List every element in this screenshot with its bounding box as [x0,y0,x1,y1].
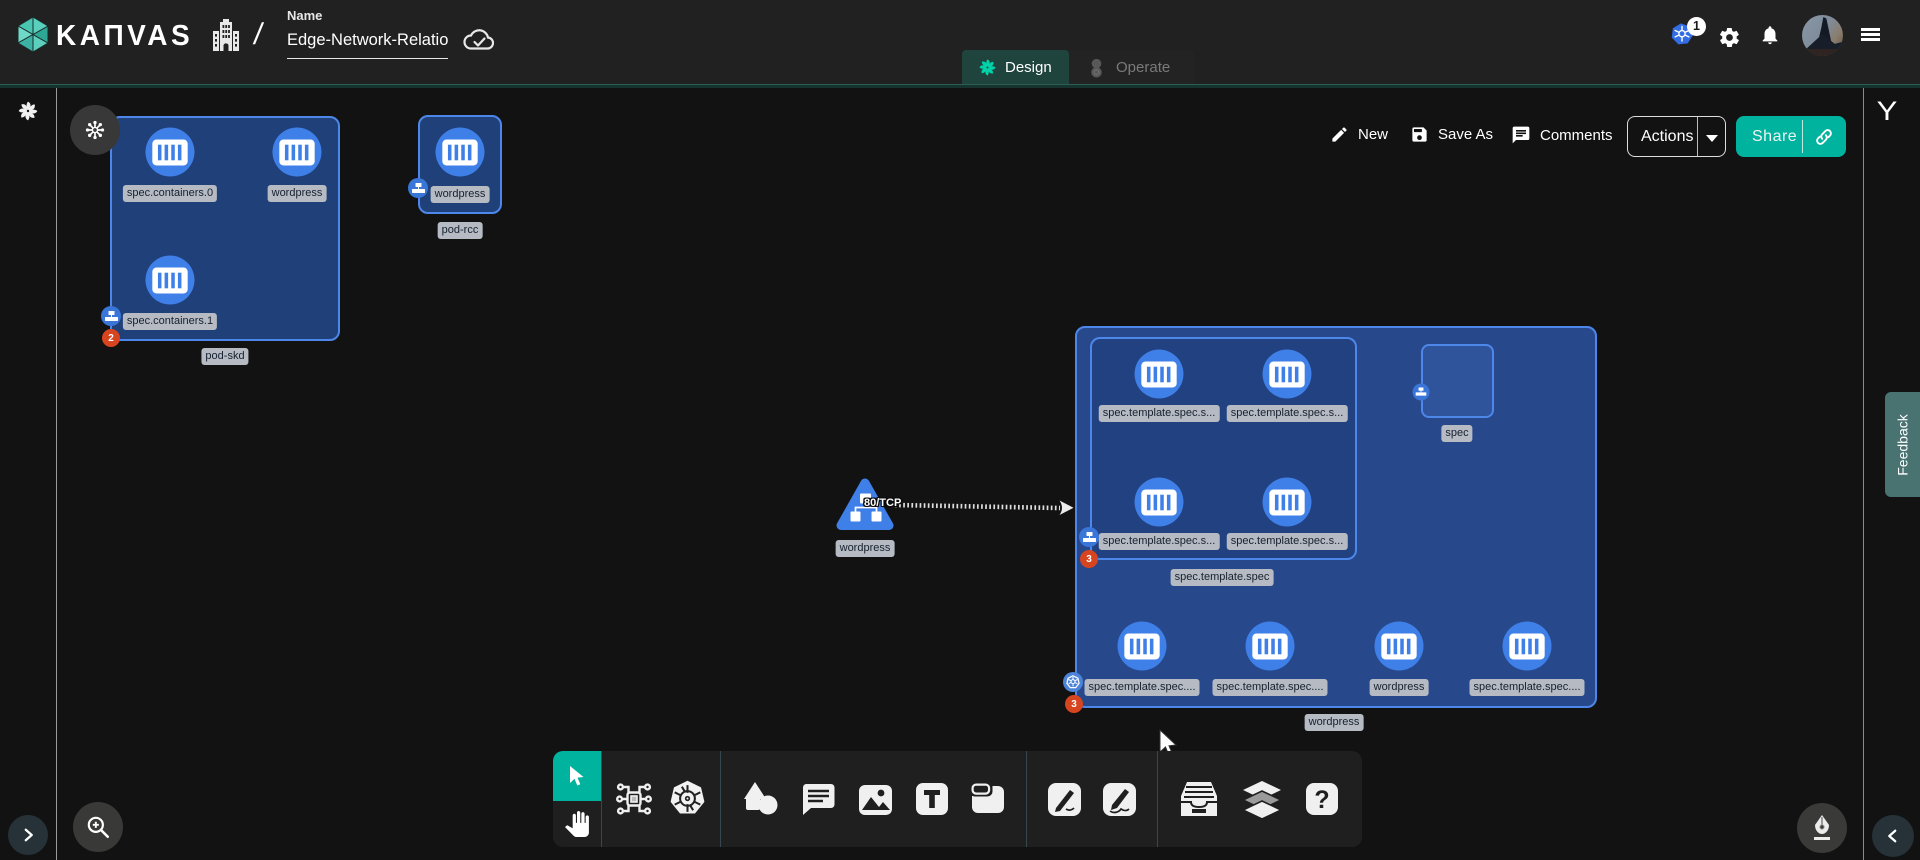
svg-text:?: ? [1314,786,1329,814]
